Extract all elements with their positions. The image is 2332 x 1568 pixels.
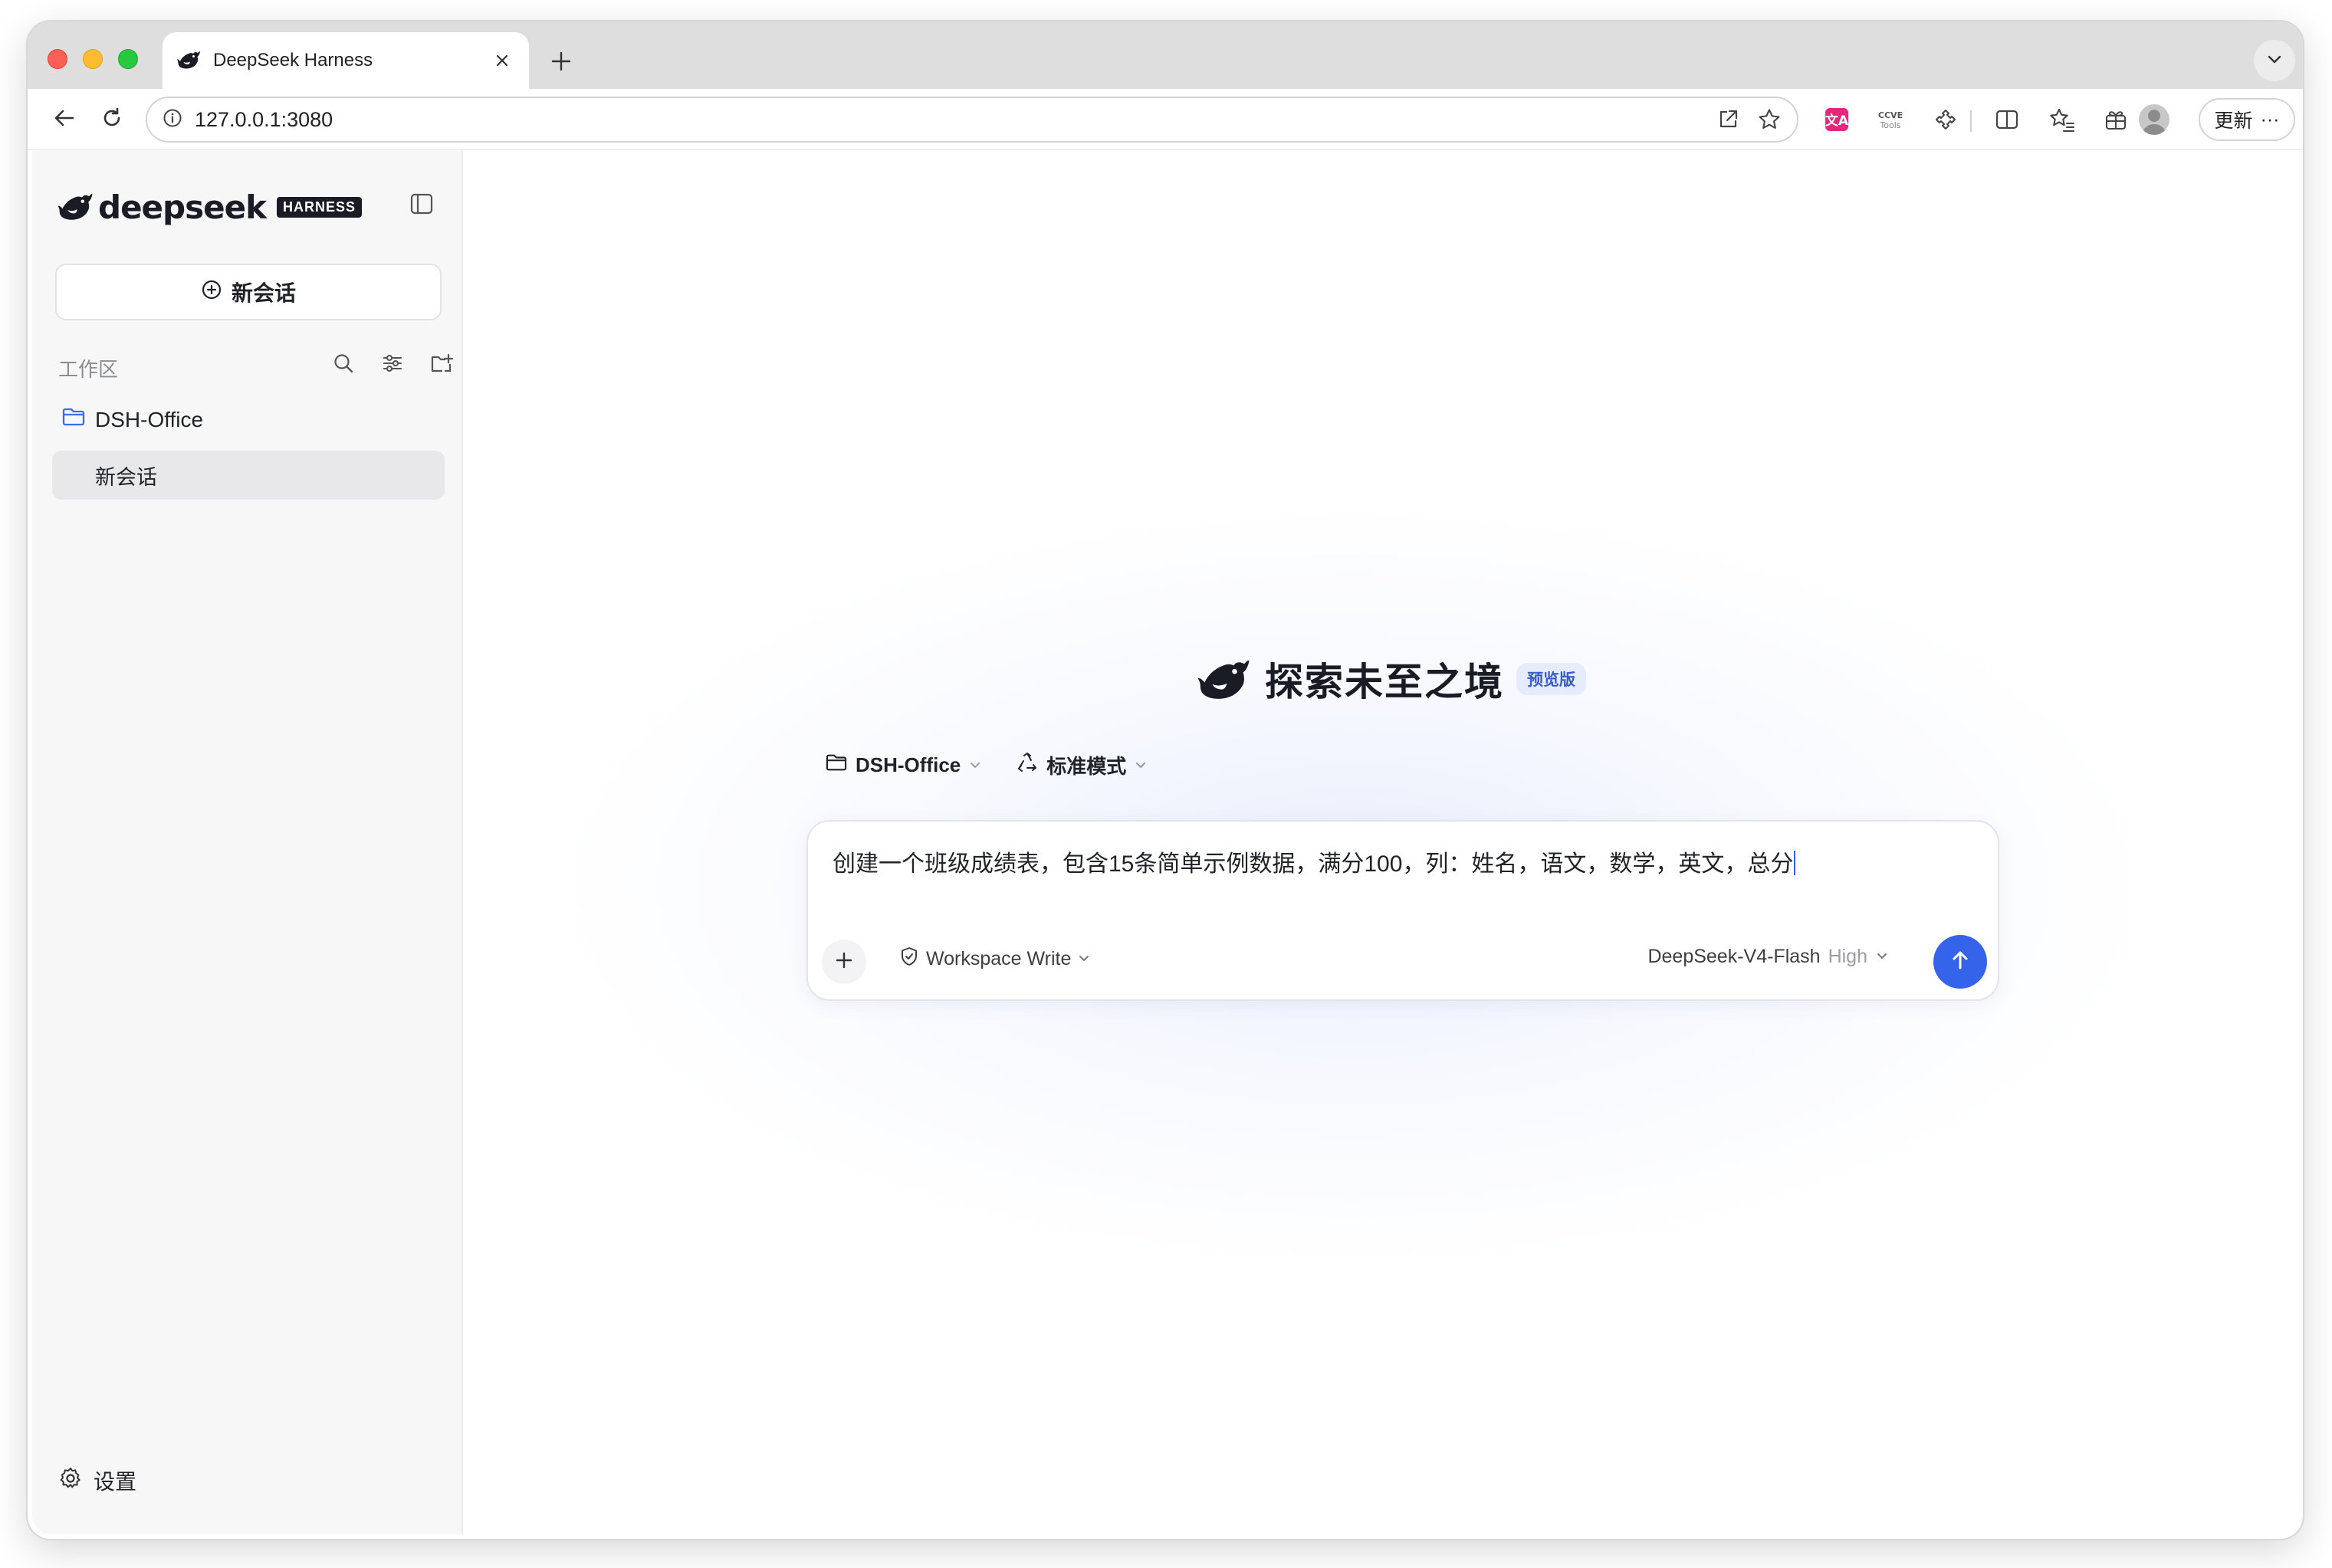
hero-heading: 探索未至之境 预览版: [1196, 651, 1586, 707]
star-icon[interactable]: [1752, 103, 1786, 136]
chevron-down-icon: [1875, 946, 1889, 968]
brand-logo: deepseek HARNESS: [57, 189, 363, 226]
hero-title: 探索未至之境: [1265, 661, 1504, 704]
chat-item-active[interactable]: 新会话: [52, 451, 445, 500]
plus-icon: [834, 950, 854, 974]
recycle-mode-icon: [1016, 751, 1039, 779]
collections-icon[interactable]: [2096, 100, 2136, 139]
url-text: 127.0.0.1:3080: [195, 107, 333, 131]
composer-selectors: DSH-Office 标准模式: [825, 751, 1148, 779]
favorites-icon[interactable]: [2042, 100, 2082, 139]
text-caret: [1794, 851, 1796, 875]
address-bar[interactable]: 127.0.0.1:3080: [146, 97, 1798, 143]
chat-item-label: 新会话: [95, 465, 157, 489]
permission-label: Workspace Write: [926, 948, 1072, 969]
share-icon[interactable]: [1711, 103, 1745, 136]
more-icon: ···: [2260, 108, 2280, 130]
chevron-down-icon: [2265, 50, 2284, 72]
zoom-window-button[interactable]: [118, 49, 138, 69]
sidebar-toggle-button[interactable]: [405, 189, 438, 222]
new-chat-label: 新会话: [231, 281, 296, 305]
composer[interactable]: 创建一个班级成绩表，包含15条简单示例数据，满分100，列：姓名，语文，数学，英…: [806, 820, 1999, 1001]
tab-title: DeepSeek Harness: [213, 50, 373, 71]
reload-button[interactable]: [92, 100, 132, 139]
new-chat-button[interactable]: 新会话: [55, 264, 442, 320]
new-folder-icon: [429, 352, 454, 379]
settings-button[interactable]: 设置: [58, 1465, 136, 1496]
split-view-icon[interactable]: [1987, 100, 2027, 139]
search-icon: [332, 352, 355, 379]
folder-icon: [61, 406, 86, 433]
folder-name: DSH-Office: [95, 407, 204, 431]
main-panel: 探索未至之境 预览版 DSH-Office 标准模式 创建一个班级成绩表，包含1…: [465, 150, 2298, 1534]
update-button[interactable]: 更新 ···: [2199, 98, 2295, 141]
send-button[interactable]: [1933, 935, 1987, 989]
deepseek-whale-icon: [57, 190, 94, 225]
close-window-button[interactable]: [48, 49, 67, 69]
folder-icon: [825, 753, 848, 778]
info-icon[interactable]: [163, 108, 182, 132]
workspace-selector-label: DSH-Office: [856, 753, 961, 776]
update-label: 更新: [2214, 110, 2253, 132]
puzzle-extension-icon[interactable]: [1926, 100, 1966, 139]
chevron-down-icon: [1077, 948, 1091, 970]
tab-list-button[interactable]: [2254, 40, 2295, 81]
translate-extension-icon[interactable]: 文A: [1817, 100, 1857, 139]
prompt-input[interactable]: 创建一个班级成绩表，包含15条简单示例数据，满分100，列：姓名，语文，数学，英…: [833, 845, 1796, 878]
tab-deepseek-harness[interactable]: DeepSeek Harness: [163, 32, 529, 89]
model-name: DeepSeek-V4-Flash: [1647, 946, 1821, 967]
sidebar-toggle-icon: [409, 191, 435, 221]
toolbar-divider: [1970, 110, 1972, 132]
tab-strip: DeepSeek Harness: [28, 21, 2303, 89]
search-workspace-button[interactable]: [327, 348, 360, 382]
workspace-selector[interactable]: DSH-Office: [825, 753, 982, 778]
minimize-window-button[interactable]: [83, 49, 103, 69]
app-area: deepseek HARNESS 新会话 工作区 DSH-Office 新会话 …: [32, 150, 2298, 1534]
sidebar: deepseek HARNESS 新会话 工作区 DSH-Office 新会话 …: [32, 150, 463, 1534]
model-selector[interactable]: DeepSeek-V4-Flash High: [1647, 946, 1889, 968]
new-chat-icon: [201, 279, 222, 306]
send-arrow-icon: [1947, 947, 1973, 977]
deepseek-whale-icon: [176, 49, 201, 73]
reload-icon: [99, 105, 125, 135]
new-tab-button[interactable]: [544, 44, 578, 78]
deepseek-whale-icon: [1196, 655, 1251, 704]
filter-workspace-button[interactable]: [376, 348, 409, 382]
model-level: High: [1828, 946, 1867, 967]
back-button[interactable]: [44, 100, 84, 139]
mode-selector[interactable]: 标准模式: [1016, 751, 1148, 779]
attach-button[interactable]: [822, 940, 866, 984]
harness-badge: HARNESS: [277, 197, 363, 218]
add-workspace-button[interactable]: [425, 348, 458, 382]
svg-text:CCVE: CCVE: [1878, 110, 1903, 120]
close-icon[interactable]: [489, 48, 515, 74]
permission-selector[interactable]: Workspace Write: [898, 946, 1091, 973]
browser-window: DeepSeek Harness 127.0.0.1:3080 文A CCVE …: [28, 21, 2303, 1539]
chevron-down-icon: [968, 753, 982, 777]
back-arrow-icon: [51, 105, 77, 135]
workspace-section-label: 工作区: [58, 358, 119, 381]
profile-avatar[interactable]: [2139, 104, 2169, 135]
sliders-icon: [381, 352, 404, 379]
settings-label: 设置: [94, 1470, 137, 1494]
shield-icon: [898, 946, 920, 973]
workspace-folder-dsh-office[interactable]: DSH-Office: [61, 406, 203, 433]
devtools-extension-icon[interactable]: CCVE Tools: [1871, 100, 1910, 139]
svg-text:文A: 文A: [1825, 113, 1849, 129]
brand-word: deepseek: [98, 189, 267, 226]
svg-text:Tools: Tools: [1879, 120, 1900, 130]
mode-selector-label: 标准模式: [1046, 755, 1127, 778]
gear-icon: [58, 1466, 83, 1496]
chevron-down-icon: [1134, 753, 1148, 777]
preview-badge: 预览版: [1516, 663, 1586, 695]
browser-toolbar: 127.0.0.1:3080 文A CCVE Tools 更新 ···: [28, 89, 2303, 150]
prompt-text: 创建一个班级成绩表，包含15条简单示例数据，满分100，列：姓名，语文，数学，英…: [833, 851, 1794, 877]
